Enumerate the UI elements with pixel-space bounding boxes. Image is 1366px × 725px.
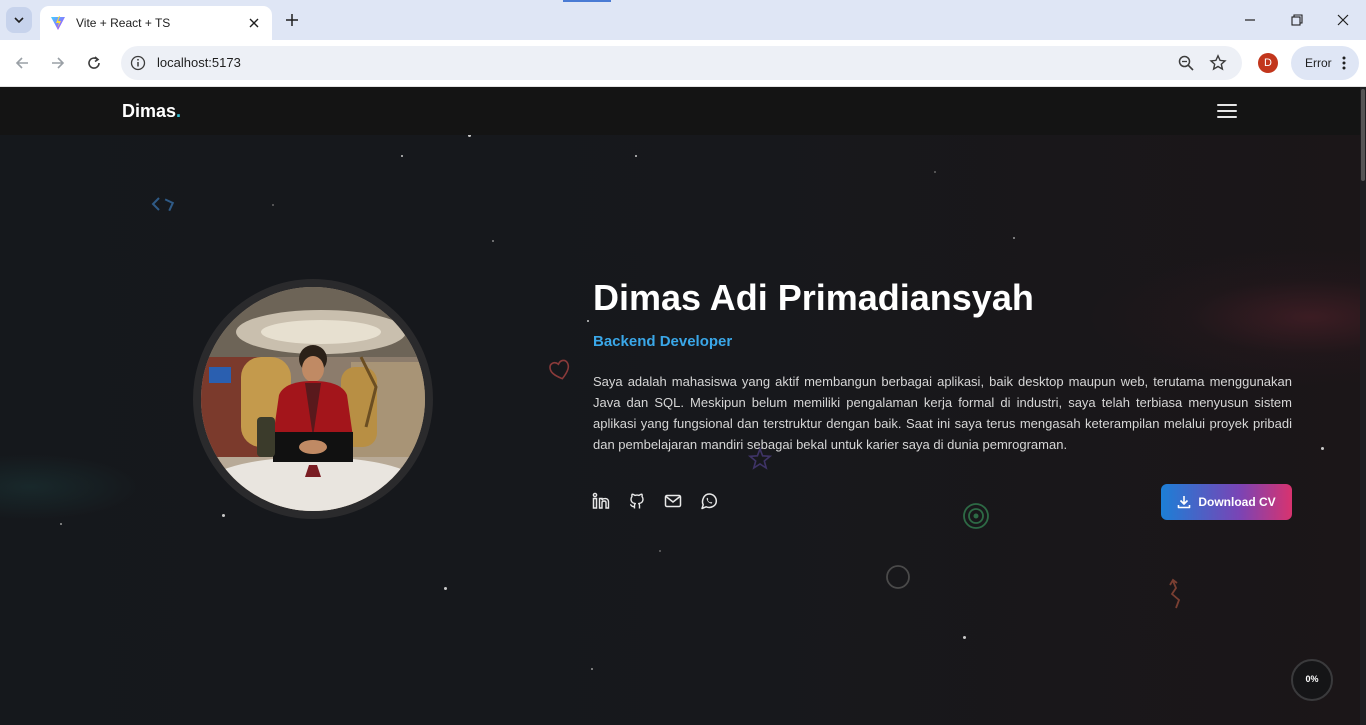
- hero-name: Dimas Adi Primadiansyah: [593, 277, 1034, 318]
- address-bar[interactable]: localhost:5173: [121, 46, 1242, 80]
- page-scrollbar[interactable]: [1360, 87, 1366, 725]
- github-icon[interactable]: [628, 492, 646, 510]
- whatsapp-icon[interactable]: [700, 492, 718, 510]
- arrow-left-icon: [15, 57, 28, 69]
- vite-logo-icon: [51, 16, 65, 30]
- scroll-progress-indicator[interactable]: 0%: [1290, 658, 1334, 702]
- star-particle: [1013, 237, 1015, 239]
- star-particle: [1321, 447, 1324, 450]
- reload-icon: [88, 56, 100, 69]
- zigzag-arrow-icon: [1169, 578, 1181, 609]
- download-cv-label: Download CV: [1198, 495, 1276, 509]
- hamburger-menu-icon[interactable]: [1216, 102, 1238, 120]
- star-particle: [60, 523, 62, 525]
- profile-avatar[interactable]: D: [1258, 53, 1278, 73]
- tab-title: Vite + React + TS: [76, 16, 171, 30]
- plus-icon: [286, 14, 298, 26]
- star-particle: [635, 155, 637, 157]
- scroll-progress-value: 0%: [1305, 674, 1319, 684]
- site-navbar: Dimas.: [0, 87, 1360, 135]
- target-icon: [963, 503, 989, 529]
- hero-role: Backend Developer: [593, 333, 733, 350]
- star-particle: [444, 587, 447, 590]
- zoom-icon[interactable]: [1177, 54, 1195, 72]
- bookmark-star-icon[interactable]: [1209, 54, 1227, 72]
- star-particle: [587, 320, 589, 322]
- reload-button[interactable]: [82, 51, 106, 75]
- mail-icon[interactable]: [664, 492, 682, 510]
- minimize-window-button[interactable]: [1238, 8, 1262, 32]
- brand-name: Dimas: [122, 101, 177, 121]
- minimize-icon: [1245, 19, 1255, 21]
- restore-window-button[interactable]: [1285, 8, 1309, 32]
- profile-photo-image: [201, 287, 425, 511]
- circle-outline-icon: [886, 565, 910, 589]
- error-label: Error: [1305, 56, 1332, 70]
- heart-icon: [549, 359, 570, 380]
- chevron-down-icon: [14, 17, 24, 24]
- close-icon: [1337, 14, 1349, 26]
- browser-toolbar: localhost:5173 D Error: [0, 40, 1366, 87]
- more-vert-icon: [1342, 56, 1346, 70]
- arrow-right-icon: [52, 57, 65, 69]
- download-icon: [1178, 496, 1191, 509]
- browser-tab[interactable]: Vite + React + TS: [40, 6, 272, 40]
- star-particle: [963, 636, 966, 639]
- download-cv-button[interactable]: Download CV: [1161, 484, 1292, 520]
- star-particle: [591, 668, 593, 670]
- error-menu-button[interactable]: Error: [1291, 46, 1359, 80]
- close-tab-icon[interactable]: [246, 15, 262, 31]
- site-logo[interactable]: Dimas.: [122, 101, 181, 122]
- browser-tab-bar: Vite + React + TS: [0, 0, 1366, 40]
- profile-photo: [201, 287, 425, 511]
- brand-dot: .: [176, 101, 182, 121]
- scrollbar-thumb[interactable]: [1361, 89, 1365, 181]
- star-particle: [222, 514, 225, 517]
- url-text[interactable]: localhost:5173: [157, 55, 241, 70]
- forward-button[interactable]: [46, 51, 70, 75]
- star-particle: [492, 240, 494, 242]
- star-particle: [272, 204, 274, 206]
- social-links: [592, 492, 718, 510]
- back-button[interactable]: [10, 51, 34, 75]
- star-particle: [934, 171, 936, 173]
- star-particle: [401, 155, 403, 157]
- restore-icon: [1291, 14, 1303, 26]
- profile-photo-frame: [193, 279, 433, 519]
- linkedin-icon[interactable]: [592, 492, 610, 510]
- tab-search-button[interactable]: [6, 7, 32, 33]
- star-particle: [659, 550, 661, 552]
- tab-strip-indicator: [563, 0, 611, 2]
- portfolio-page: Dimas. Dimas Adi Primadiansyah Backend D…: [0, 87, 1366, 725]
- hero-description: Saya adalah mahasiswa yang aktif membang…: [593, 374, 1292, 452]
- site-info-icon[interactable]: [129, 54, 147, 72]
- close-window-button[interactable]: [1331, 8, 1355, 32]
- new-tab-button[interactable]: [281, 9, 303, 31]
- code-brackets-icon: [151, 197, 175, 212]
